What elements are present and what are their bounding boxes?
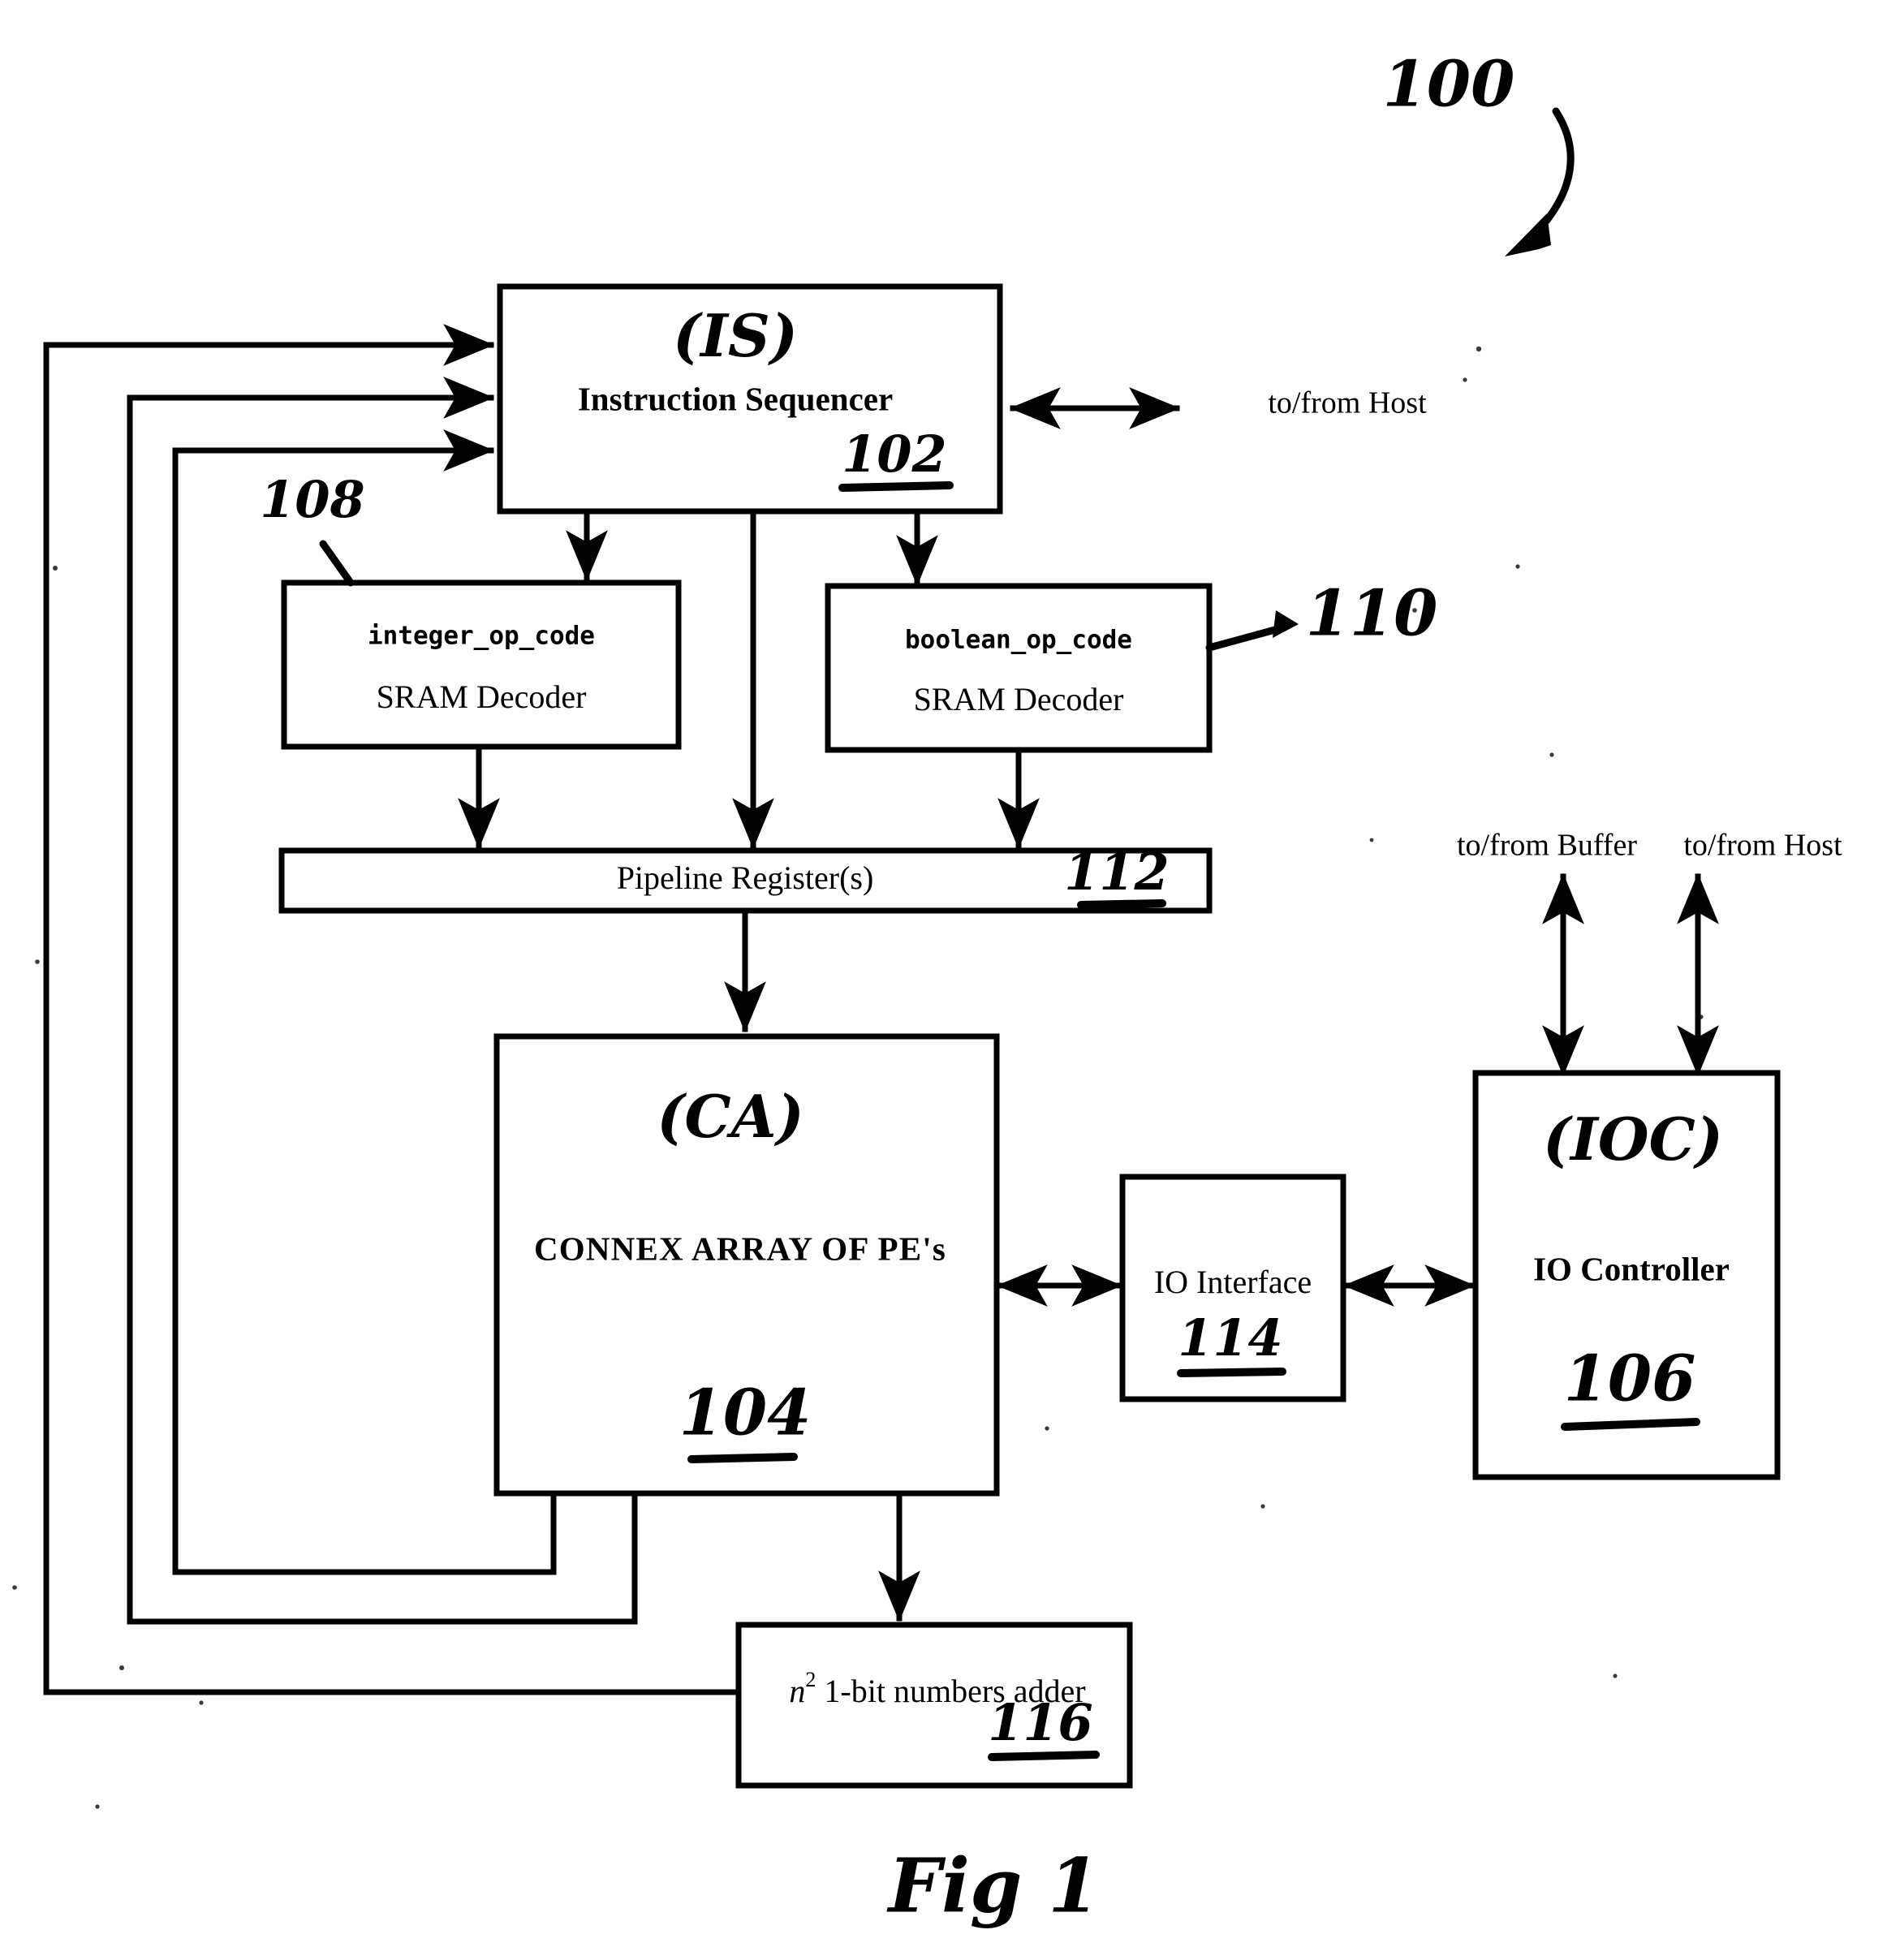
callout-108: 108	[260, 470, 365, 587]
block-connex-array[interactable]: (CA) CONNEX ARRAY OF PE's 104	[493, 1033, 1000, 1497]
adder-title-rest	[816, 1673, 824, 1709]
ref-110: 110	[1306, 577, 1438, 651]
boolean-opcode-label: boolean_op_code	[905, 626, 1132, 655]
ioc-abbrev: (IOC)	[1543, 1105, 1723, 1174]
pipeline-ref: 112	[1064, 842, 1169, 902]
callout-curve-arrow	[1536, 107, 1575, 232]
block-adder[interactable]: n2 1-bit numbers adder 116	[735, 1622, 1133, 1789]
system-ref-100: 100	[1383, 48, 1515, 122]
patent-figure-1: (IS) Instruction Sequencer 102 to/from H…	[0, 0, 1900, 1960]
ref-108: 108	[260, 470, 364, 529]
label-to-from-host-ioc: to/from Host	[1683, 829, 1842, 863]
host-link-top: to/from Host	[1009, 386, 1427, 429]
block-pipeline-registers[interactable]: Pipeline Register(s) 112	[278, 842, 1213, 914]
block-integer-op-code-decoder[interactable]: integer_op_code SRAM Decoder	[281, 579, 682, 750]
adder-title-n: n	[789, 1673, 805, 1709]
system-reference-callout: 100	[1383, 48, 1575, 256]
ioc-external-links: to/from Buffer to/from Host	[1457, 829, 1842, 1077]
block-io-controller[interactable]: (IOC) IO Controller 106	[1472, 1070, 1781, 1480]
ca-title: CONNEX ARRAY OF PE's	[534, 1230, 946, 1267]
callout-arrowhead	[1505, 213, 1551, 256]
is-abbrev: (IS)	[673, 301, 798, 370]
block-boolean-op-code-decoder[interactable]: boolean_op_code SRAM Decoder	[825, 583, 1213, 753]
ioc-ref: 106	[1564, 1342, 1696, 1416]
integer-decoder-title: SRAM Decoder	[377, 678, 587, 715]
io-interface-title: IO Interface	[1154, 1264, 1312, 1300]
decoder-to-pipeline-group	[458, 743, 1040, 850]
label-to-from-host-top: to/from Host	[1268, 386, 1427, 420]
integer-opcode-label: integer_op_code	[368, 622, 595, 651]
block-instruction-sequencer[interactable]: (IS) Instruction Sequencer 102	[497, 283, 1003, 515]
ioc-title: IO Controller	[1533, 1250, 1730, 1287]
adder-title-exponent: 2	[805, 1668, 816, 1691]
is-title: Instruction Sequencer	[578, 380, 893, 417]
ca-abbrev: (CA)	[657, 1082, 804, 1151]
is-ref: 102	[842, 424, 946, 484]
figure-caption: Fig 1	[886, 1842, 1101, 1930]
pipeline-title: Pipeline Register(s)	[617, 859, 874, 896]
io-interface-ref: 114	[1178, 1308, 1282, 1368]
label-to-from-buffer: to/from Buffer	[1457, 829, 1637, 863]
block-diagram-canvas: (IS) Instruction Sequencer 102 to/from H…	[12, 48, 1842, 1930]
adder-ref: 116	[988, 1693, 1092, 1752]
boolean-decoder-title: SRAM Decoder	[914, 681, 1124, 717]
callout-110: 110	[1205, 577, 1438, 652]
block-io-interface[interactable]: IO Interface 114	[1119, 1174, 1346, 1402]
ca-ref: 104	[679, 1376, 812, 1450]
